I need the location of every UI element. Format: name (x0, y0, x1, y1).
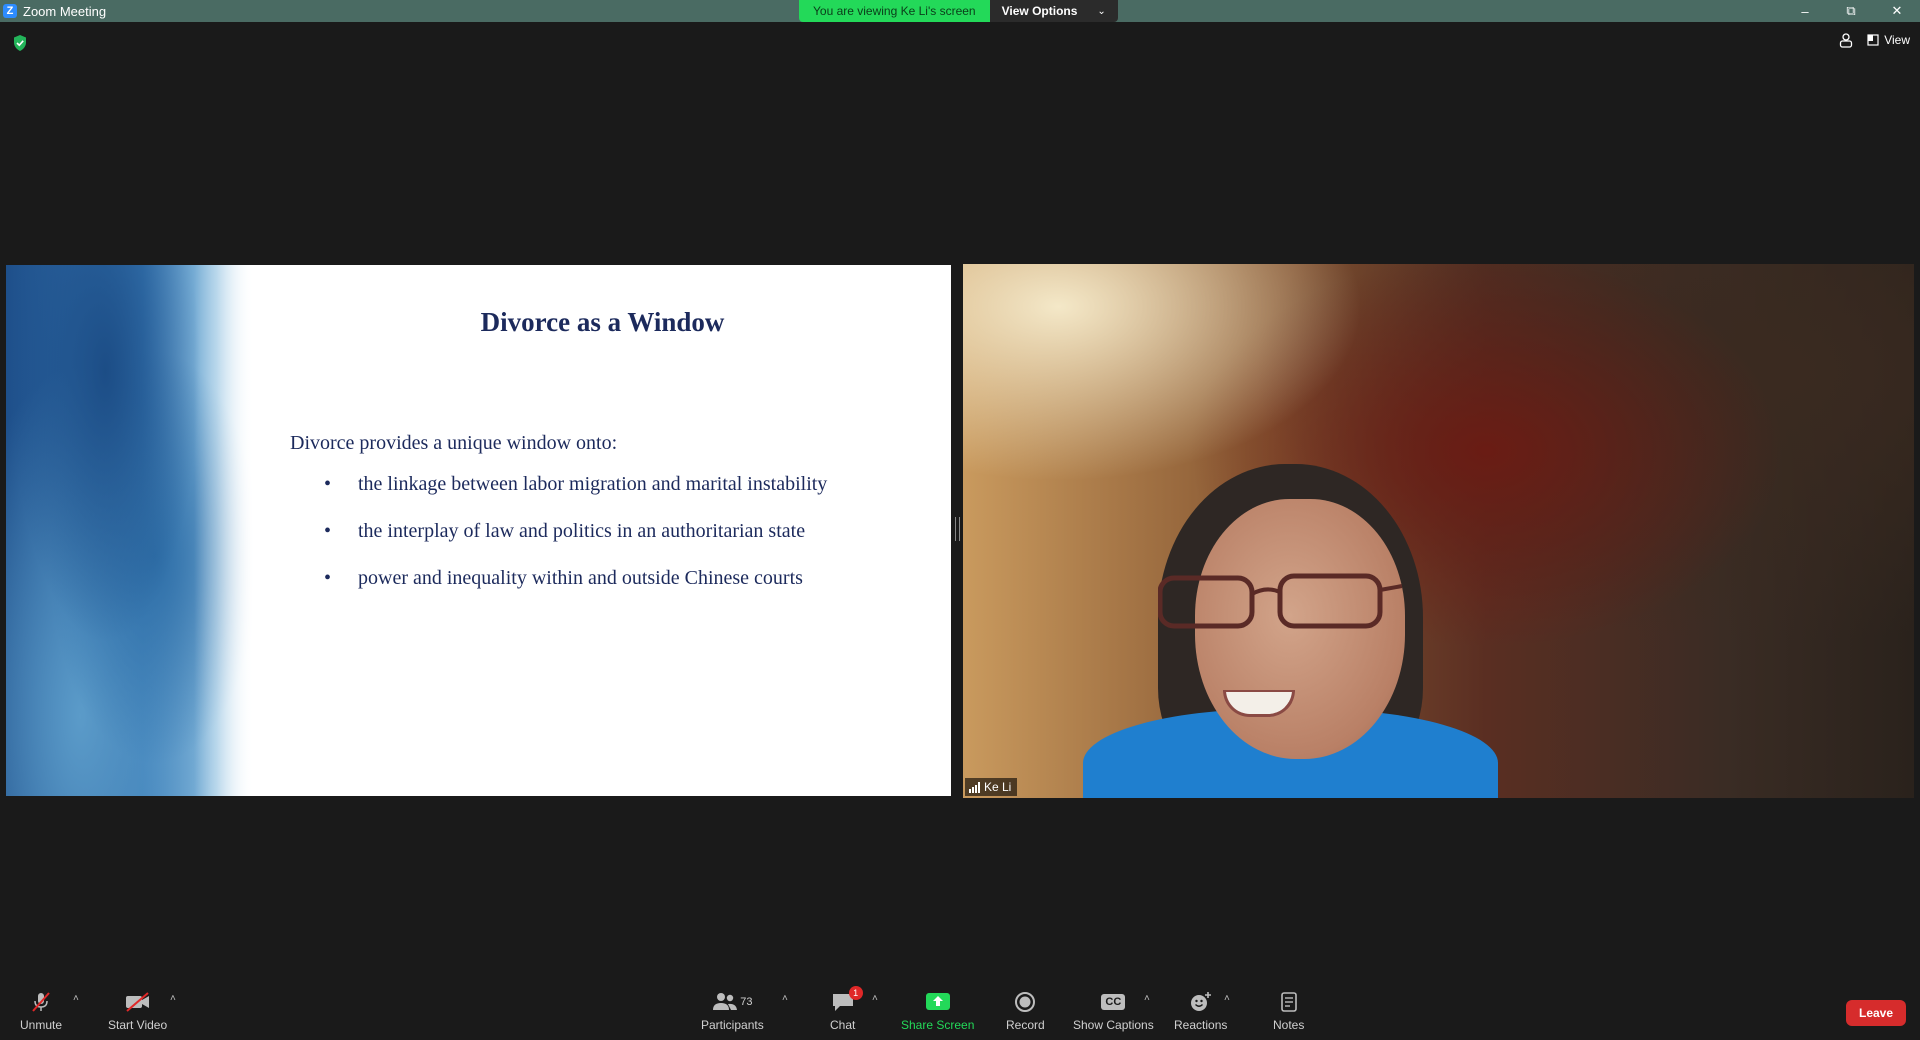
meeting-toolbar: Unmute ˄ Start Video ˄ 73 Participants ˄ (0, 980, 1920, 1040)
start-video-label: Start Video (108, 1018, 168, 1032)
participants-button[interactable]: 73 Participants (701, 990, 764, 1032)
close-button[interactable]: ✕ (1874, 0, 1920, 22)
unmute-button[interactable]: Unmute (20, 990, 62, 1032)
view-button[interactable]: View (1867, 33, 1910, 47)
bullet-icon: • (324, 473, 332, 495)
glasses-shape (1158, 573, 1403, 629)
record-icon (1015, 992, 1036, 1012)
notes-icon (1280, 992, 1297, 1012)
bullet-text: the interplay of law and politics in an … (358, 520, 806, 542)
shared-screen: Divorce as a Window Divorce provides a u… (6, 265, 951, 796)
chat-options-caret[interactable]: ˄ (872, 993, 878, 1004)
share-banner: You are viewing Ke Li's screen View Opti… (799, 0, 1118, 22)
bullet-text: power and inequality within and outside … (358, 567, 803, 589)
minimize-button[interactable]: – (1782, 0, 1828, 22)
view-options-label: View Options (1001, 4, 1078, 18)
record-button[interactable]: Record (1006, 990, 1045, 1032)
reactions-button[interactable]: Reactions (1174, 990, 1227, 1032)
leave-button[interactable]: Leave (1846, 1000, 1906, 1026)
show-captions-label: Show Captions (1073, 1018, 1154, 1032)
chevron-down-icon: ⌄ (1097, 5, 1106, 17)
immersive-view-button[interactable] (1839, 32, 1853, 48)
slide-intro-text: Divorce provides a unique window onto: (290, 432, 618, 454)
slide-bullet-list: • the linkage between labor migration an… (324, 473, 827, 614)
people-frame-icon (1840, 33, 1853, 48)
video-options-caret[interactable]: ˄ (170, 993, 176, 1004)
share-screen-icon (925, 993, 950, 1010)
viewing-screen-text: You are viewing Ke Li's screen (799, 0, 990, 22)
bullet-text: the linkage between labor migration and … (358, 473, 828, 495)
restore-button[interactable]: ⧉ (1828, 0, 1874, 22)
participants-options-caret[interactable]: ˄ (782, 993, 788, 1004)
participant-name: Ke Li (984, 780, 1012, 794)
captions-options-caret[interactable]: ˄ (1144, 993, 1150, 1004)
unmute-label: Unmute (20, 1018, 63, 1032)
closed-captions-icon: CC (1101, 994, 1126, 1010)
window-title: Zoom Meeting (23, 3, 107, 19)
chat-label: Chat (830, 1018, 856, 1032)
grid-view-icon (1867, 34, 1879, 46)
share-screen-label: Share Screen (901, 1018, 975, 1032)
bullet-icon: • (324, 567, 332, 589)
chat-button[interactable]: 1 Chat (830, 986, 863, 1032)
participant-video[interactable]: Ke Li (963, 264, 1914, 798)
audio-options-caret[interactable]: ˄ (73, 993, 79, 1004)
bullet-item: • the interplay of law and politics in a… (324, 520, 827, 567)
watercolor-decoration (6, 265, 254, 796)
notes-button[interactable]: Notes (1273, 990, 1304, 1032)
participants-label: Participants (701, 1018, 764, 1032)
view-label: View (1884, 33, 1910, 47)
participants-icon (713, 993, 738, 1010)
reactions-options-caret[interactable]: ˄ (1224, 993, 1230, 1004)
view-options-button[interactable]: View Options ⌄ (989, 0, 1118, 22)
show-captions-button[interactable]: CC Show Captions (1073, 990, 1154, 1032)
notes-label: Notes (1273, 1018, 1305, 1032)
share-screen-button[interactable]: Share Screen (901, 990, 974, 1032)
video-camera-off-icon (125, 992, 149, 1012)
top-right-controls: View (1839, 32, 1910, 48)
bullet-item: • the linkage between labor migration an… (324, 473, 827, 520)
participant-name-tag: Ke Li (965, 778, 1018, 796)
participants-count: 73 (740, 996, 753, 1008)
bullet-item: • power and inequality within and outsid… (324, 567, 827, 614)
smiley-plus-icon (1190, 992, 1211, 1011)
zoom-logo-icon: Z (3, 4, 17, 18)
start-video-button[interactable]: Start Video (108, 990, 167, 1032)
slide-title: Divorce as a Window (480, 307, 725, 337)
bullet-icon: • (324, 520, 332, 542)
reactions-label: Reactions (1174, 1018, 1228, 1032)
microphone-muted-icon (32, 992, 50, 1012)
window-controls: – ⧉ ✕ (1782, 0, 1920, 22)
record-label: Record (1006, 1018, 1045, 1032)
chat-unread-badge: 1 (848, 986, 863, 1000)
signal-strength-icon (969, 781, 980, 793)
shield-icon[interactable] (12, 34, 28, 52)
split-divider-handle[interactable] (955, 517, 960, 541)
